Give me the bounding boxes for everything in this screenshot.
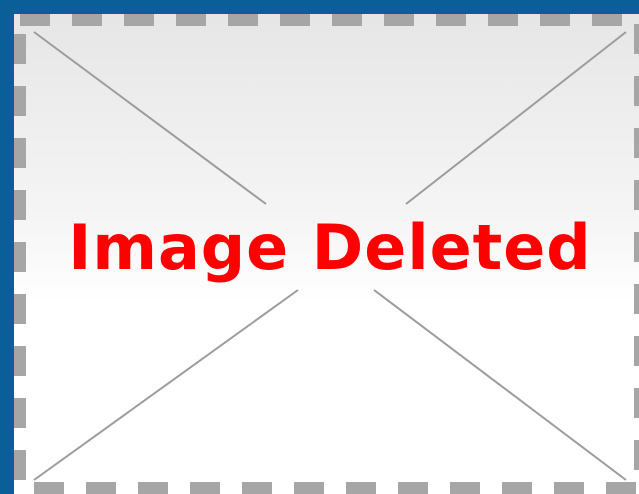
image-deleted-label: Image Deleted xyxy=(68,211,592,284)
cross-line-top-left xyxy=(33,31,267,205)
image-deleted-placeholder: Image Deleted xyxy=(14,14,639,494)
image-frame: Image Deleted xyxy=(0,0,639,494)
cross-line-bottom-right xyxy=(373,289,627,481)
cross-line-bottom-left xyxy=(33,289,299,481)
cross-line-top-right xyxy=(405,31,627,205)
